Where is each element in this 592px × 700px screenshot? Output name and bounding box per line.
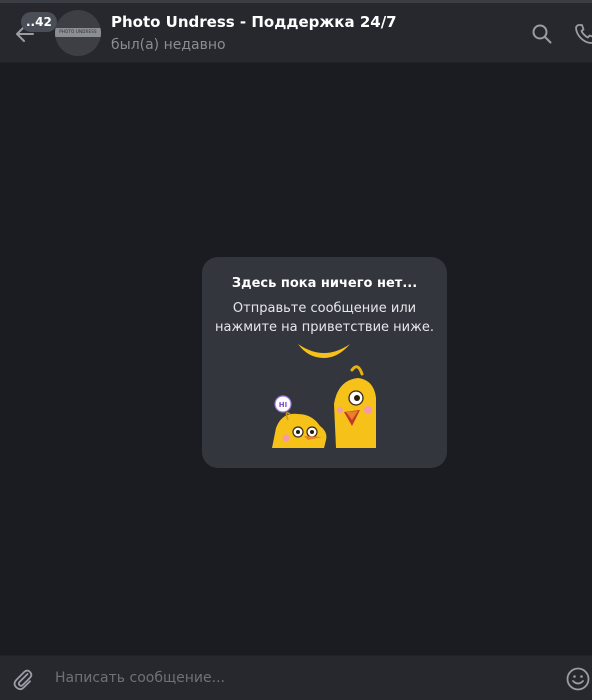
- avatar[interactable]: PHOTO UNDRESS: [55, 10, 101, 56]
- chat-title[interactable]: Photo Undress - Поддержка 24/7: [111, 13, 397, 31]
- phone-icon: [575, 24, 592, 44]
- paperclip-icon: [13, 669, 33, 691]
- smile-icon: [566, 667, 590, 691]
- chat-status: был(а) недавно: [111, 37, 226, 53]
- empty-chat-title: Здесь пока ничего нет...: [231, 276, 418, 291]
- message-input[interactable]: [45, 664, 545, 692]
- attach-button[interactable]: [11, 667, 35, 691]
- duck-sticker-icon: HI: [272, 344, 376, 448]
- chat-header: ..42 PHOTO UNDRESS Photo Undress - Подде…: [0, 3, 592, 63]
- search-icon: [532, 24, 552, 44]
- sticker-hi-text: HI: [279, 401, 287, 409]
- call-button[interactable]: [574, 23, 592, 45]
- search-button[interactable]: [531, 23, 553, 45]
- greeting-sticker[interactable]: HI: [268, 340, 384, 452]
- avatar-logo-text: PHOTO UNDRESS: [59, 29, 97, 34]
- empty-chat-description: Отправьте сообщение или нажмите на приве…: [215, 301, 434, 335]
- emoji-button[interactable]: [565, 666, 591, 692]
- composer-bar: [0, 655, 592, 700]
- unread-count-badge: ..42: [21, 12, 57, 32]
